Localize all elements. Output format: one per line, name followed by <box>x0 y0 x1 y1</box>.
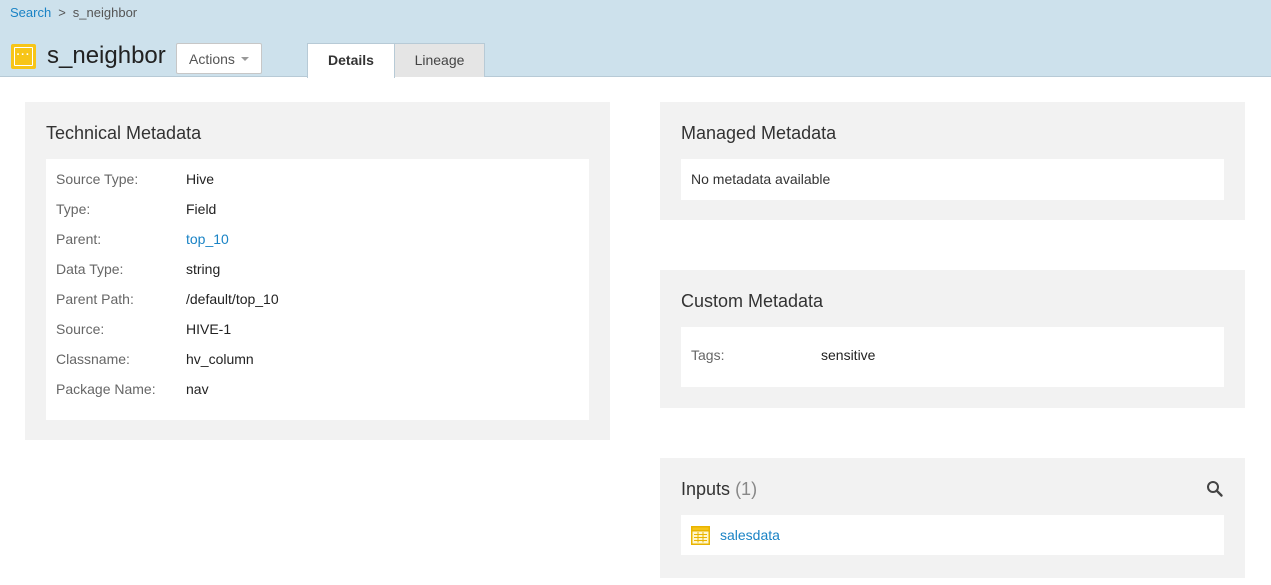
caret-down-icon <box>241 57 249 61</box>
managed-metadata-panel: Managed Metadata No metadata available <box>660 102 1245 220</box>
field-icon: ··· <box>11 44 36 69</box>
technical-metadata-body: Source Type: Hive Type: Field Parent: to… <box>46 159 589 420</box>
meta-row-source-type: Source Type: Hive <box>46 169 589 199</box>
inputs-panel: Inputs (1) salesdata <box>660 458 1245 578</box>
technical-metadata-panel: Technical Metadata Source Type: Hive Typ… <box>25 102 610 440</box>
meta-value: nav <box>186 381 209 397</box>
breadcrumb-separator: > <box>58 5 66 20</box>
inputs-title: Inputs (1) <box>681 479 757 500</box>
meta-label: Type: <box>56 201 91 217</box>
meta-value: HIVE-1 <box>186 321 232 337</box>
table-icon <box>691 525 710 545</box>
actions-dropdown-button[interactable]: Actions <box>176 43 262 74</box>
managed-metadata-title: Managed Metadata <box>681 123 837 143</box>
inputs-title-text: Inputs <box>681 479 731 499</box>
meta-label: Data Type: <box>56 261 124 277</box>
inputs-list: salesdata <box>681 515 1224 555</box>
meta-value: string <box>186 261 221 277</box>
meta-value: /default/top_10 <box>186 291 279 307</box>
meta-row-data-type: Data Type: string <box>46 259 589 289</box>
meta-label: Parent Path: <box>56 291 134 307</box>
custom-metadata-body: Tags: sensitive <box>681 327 1224 387</box>
page-title: s_neighbor <box>47 42 166 69</box>
meta-value: hv_column <box>186 351 254 367</box>
meta-row-source: Source: HIVE-1 <box>46 319 589 349</box>
breadcrumb-search-link[interactable]: Search <box>10 5 51 20</box>
meta-label: Classname: <box>56 351 130 367</box>
tags-value: sensitive <box>821 347 876 363</box>
search-icon[interactable] <box>1206 480 1224 498</box>
custom-metadata-title: Custom Metadata <box>681 291 824 311</box>
technical-metadata-title: Technical Metadata <box>46 123 202 143</box>
page-header: Search > s_neighbor ··· s_neighbor Actions… <box>0 0 1271 78</box>
meta-label: Parent: <box>56 231 102 247</box>
tab-details[interactable]: Details <box>307 43 395 78</box>
meta-label: Package Name: <box>56 381 156 397</box>
parent-link[interactable]: top_10 <box>186 229 229 259</box>
meta-value: Field <box>186 201 217 217</box>
actions-label: Actions <box>189 50 235 67</box>
meta-label: Source Type: <box>56 171 139 187</box>
meta-row-parent: Parent: top_10 <box>46 229 589 259</box>
meta-row-parent-path: Parent Path: /default/top_10 <box>46 289 589 319</box>
meta-value: Hive <box>186 171 215 187</box>
meta-row-package-name: Package Name: nav <box>46 379 589 409</box>
managed-metadata-empty: No metadata available <box>681 159 1224 200</box>
meta-row-classname: Classname: hv_column <box>46 349 589 379</box>
breadcrumb-current: s_neighbor <box>72 5 138 20</box>
tags-label: Tags: <box>691 347 725 363</box>
custom-metadata-panel: Custom Metadata Tags: sensitive <box>660 270 1245 408</box>
inputs-count: (1) <box>735 479 758 499</box>
tab-lineage[interactable]: Lineage <box>394 43 485 77</box>
meta-row-type: Type: Field <box>46 199 589 229</box>
meta-label: Source: <box>56 321 105 337</box>
input-link-salesdata[interactable]: salesdata <box>720 527 780 543</box>
breadcrumb: Search > s_neighbor <box>10 5 137 20</box>
